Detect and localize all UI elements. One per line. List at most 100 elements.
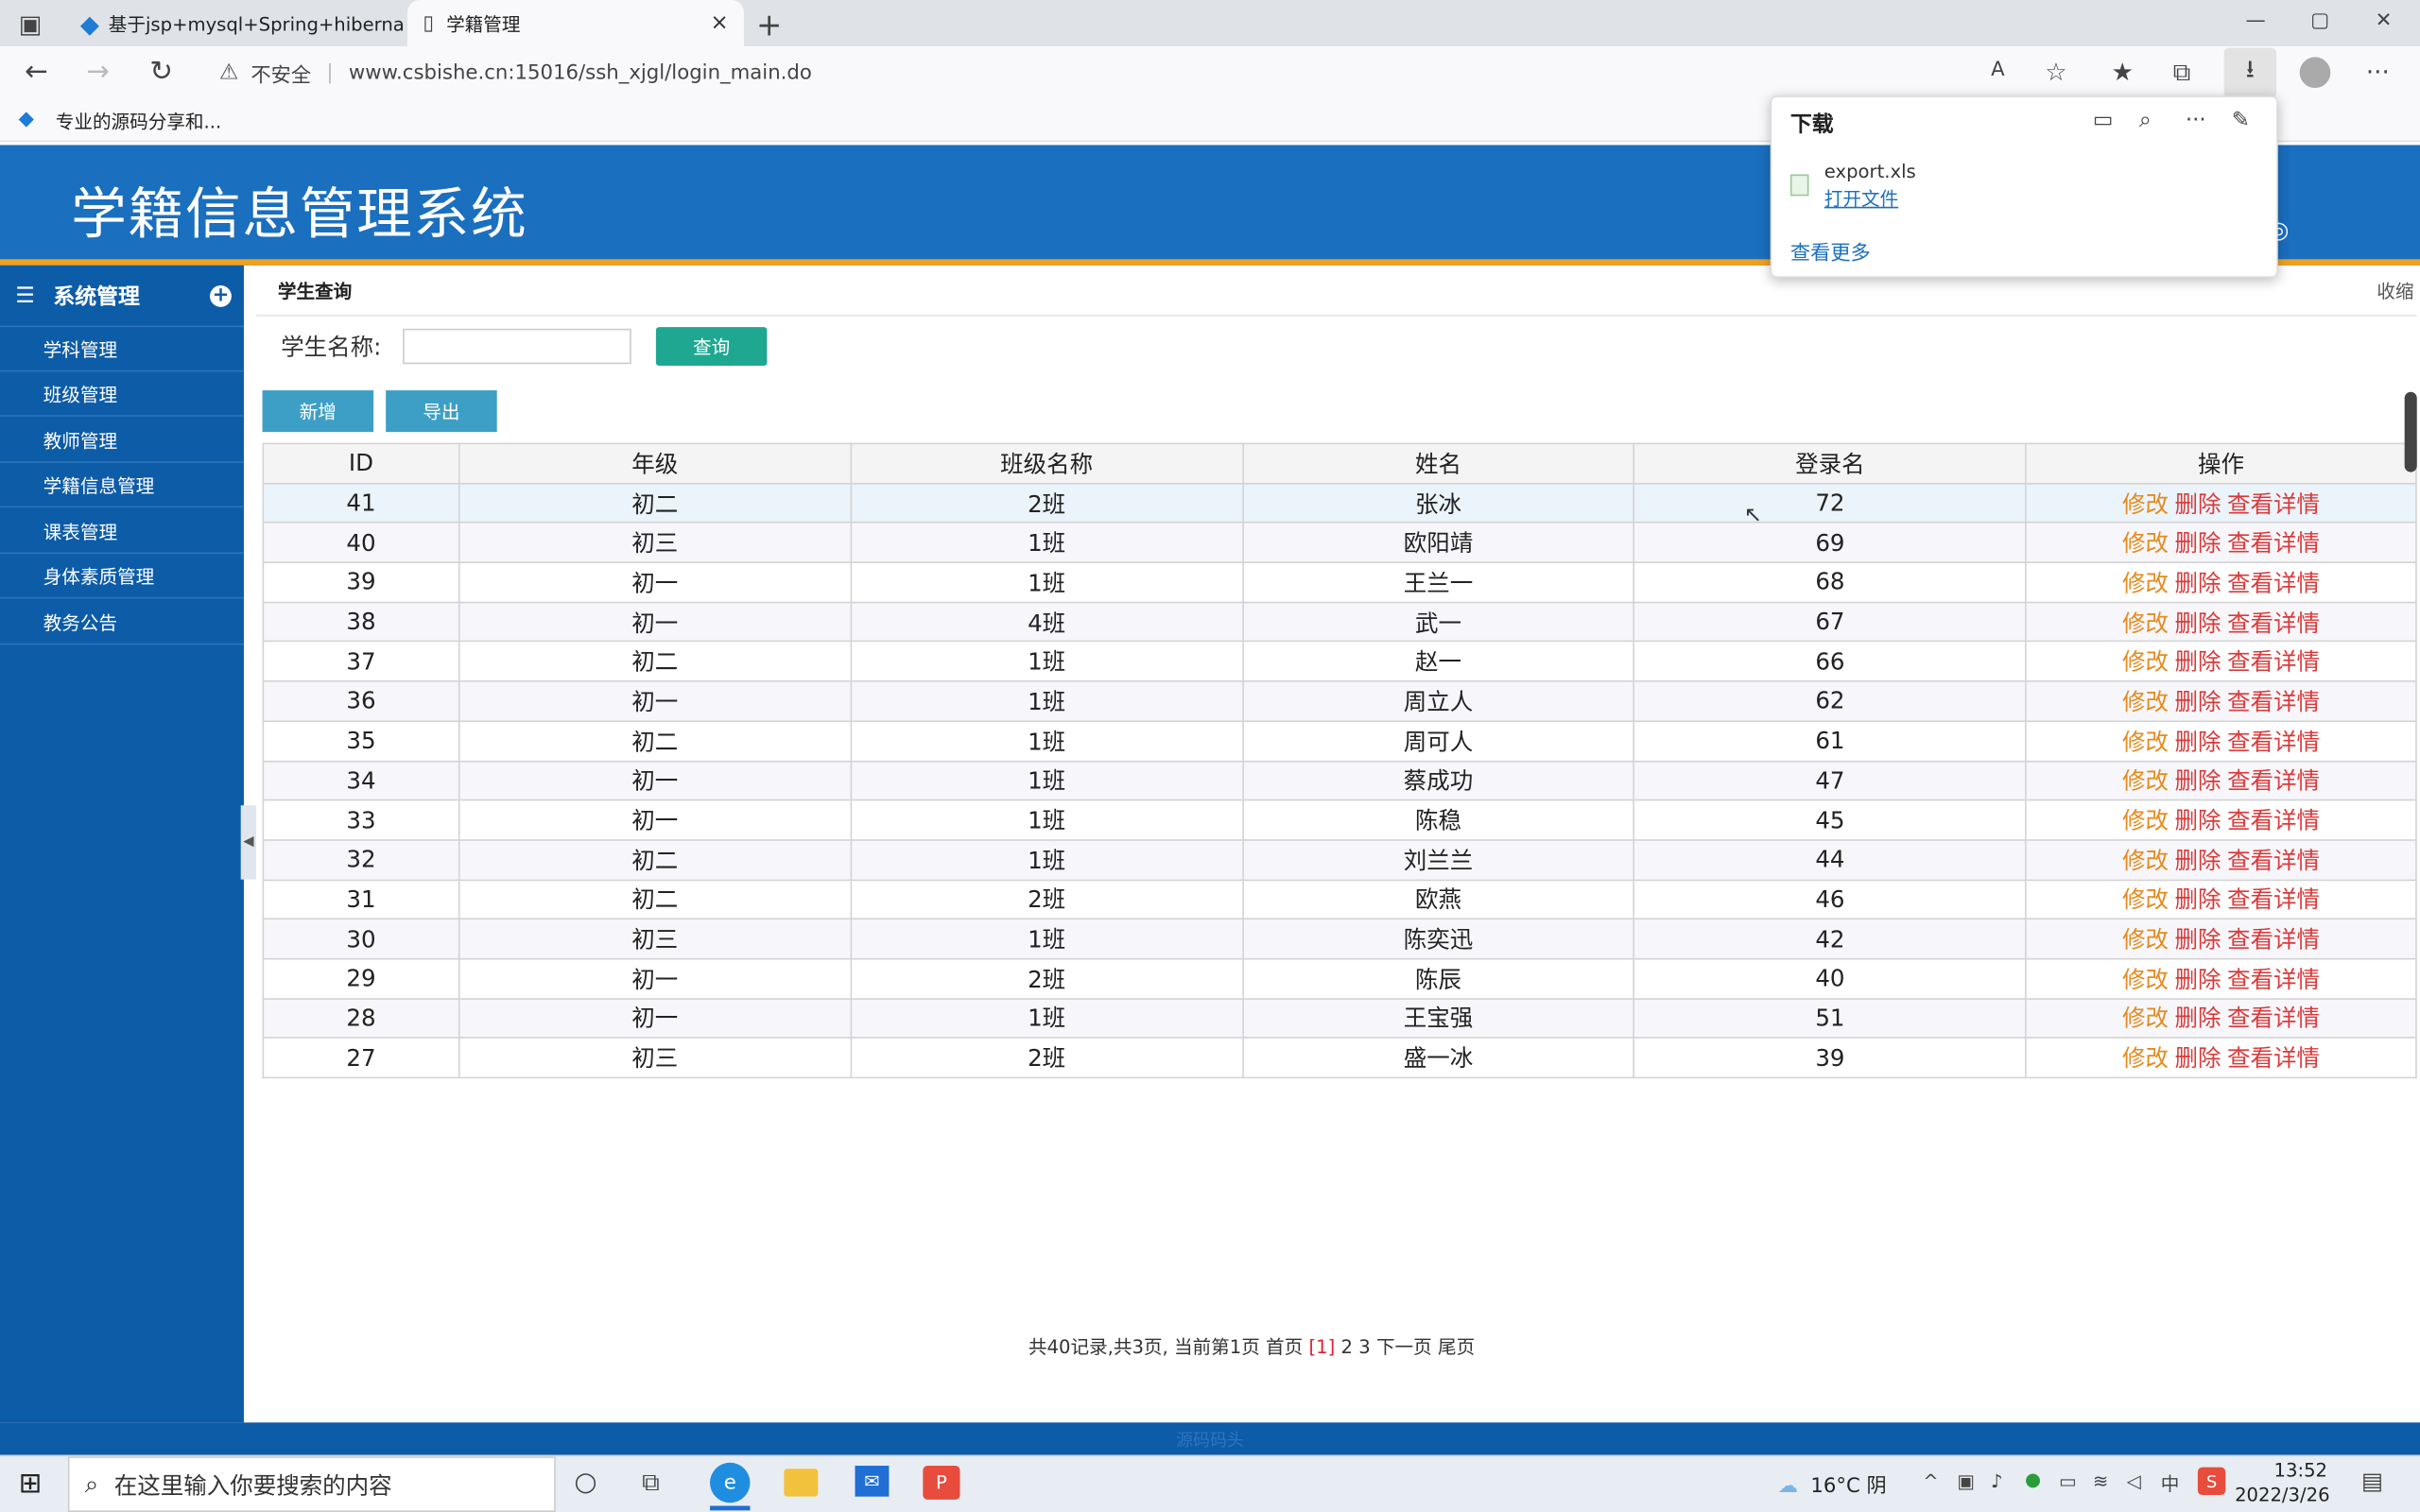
bell-icon[interactable]: ♪ xyxy=(1991,1470,2003,1492)
powerpoint-icon[interactable]: P xyxy=(923,1466,960,1500)
view-details-link[interactable]: 查看详情 xyxy=(2227,847,2320,874)
sidebar-item-teacher[interactable]: 教师管理 xyxy=(0,418,244,463)
delete-link[interactable]: 删除 xyxy=(2175,1045,2221,1073)
minimize-button[interactable]: — xyxy=(2246,9,2266,32)
wifi-icon[interactable]: ≋ xyxy=(2093,1470,2108,1492)
refresh-icon[interactable]: ↻ xyxy=(149,56,173,88)
volume-icon[interactable]: ◁ xyxy=(2127,1470,2141,1492)
search-button[interactable]: 查询 xyxy=(655,327,768,366)
cortana-icon[interactable]: ○ xyxy=(574,1468,596,1499)
more-options-icon[interactable]: ··· xyxy=(2186,108,2206,132)
address-bar[interactable]: ⚠ 不安全 | www.csbishe.cn:15016/ssh_xjgl/lo… xyxy=(207,53,2090,93)
pager-next[interactable]: 下一页 xyxy=(1376,1336,1432,1358)
view-details-link[interactable]: 查看详情 xyxy=(2227,807,2320,834)
pager-last[interactable]: 尾页 xyxy=(1438,1336,1475,1358)
download-file-name[interactable]: export.xls xyxy=(1824,161,1916,182)
delete-link[interactable]: 删除 xyxy=(2175,529,2221,557)
view-details-link[interactable]: 查看详情 xyxy=(2227,966,2320,993)
delete-link[interactable]: 删除 xyxy=(2175,490,2221,517)
delete-link[interactable]: 删除 xyxy=(2175,926,2221,954)
delete-link[interactable]: 删除 xyxy=(2175,728,2221,755)
pin-icon[interactable]: ✎ xyxy=(2232,108,2250,132)
pager-page-2[interactable]: 2 xyxy=(1341,1336,1353,1358)
view-details-link[interactable]: 查看详情 xyxy=(2227,1045,2320,1073)
forward-arrow-icon[interactable]: → xyxy=(86,56,110,88)
tray-app-icon[interactable]: ▣ xyxy=(1957,1470,1975,1492)
edit-link[interactable]: 修改 xyxy=(2122,648,2169,676)
edge-browser-icon[interactable]: e xyxy=(710,1462,751,1503)
favorites-icon[interactable]: ★ xyxy=(2111,57,2133,86)
task-view-icon[interactable]: ⧉ xyxy=(642,1468,660,1499)
close-window-button[interactable]: ✕ xyxy=(2376,9,2393,32)
chevron-up-icon[interactable]: ^ xyxy=(1923,1470,1938,1492)
tab-actions-icon[interactable]: ▣ xyxy=(19,9,43,39)
favorite-link[interactable]: 专业的源码分享和... xyxy=(56,108,221,134)
edit-link[interactable]: 修改 xyxy=(2122,1045,2169,1073)
taskbar-search[interactable]: ⌕ 在这里输入你要搜索的内容 xyxy=(67,1456,556,1512)
sidebar-item-timetable[interactable]: 课表管理 xyxy=(0,509,244,555)
view-details-link[interactable]: 查看详情 xyxy=(2227,529,2320,557)
delete-link[interactable]: 删除 xyxy=(2175,648,2221,676)
profile-avatar[interactable] xyxy=(2299,57,2331,89)
notification-icon[interactable]: ▤ xyxy=(2361,1468,2383,1495)
ime-icon[interactable]: 中 xyxy=(2161,1470,2180,1497)
delete-link[interactable]: 删除 xyxy=(2175,847,2221,874)
sidebar-heading[interactable]: ☰ 系统管理 + xyxy=(0,266,244,328)
weather-widget[interactable]: ☁ 16°C 阴 xyxy=(1778,1469,1887,1498)
more-menu-icon[interactable]: ··· xyxy=(2366,57,2390,86)
tab-jsp-project[interactable]: ◆ 基于jsp+mysql+Spring+hibernat × xyxy=(64,0,405,46)
edit-link[interactable]: 修改 xyxy=(2122,1005,2169,1033)
view-details-link[interactable]: 查看详情 xyxy=(2227,728,2320,755)
see-more-link[interactable]: 查看更多 xyxy=(1790,236,1871,265)
delete-link[interactable]: 删除 xyxy=(2175,569,2221,596)
view-details-link[interactable]: 查看详情 xyxy=(2227,648,2320,676)
sidebar-collapse-handle[interactable]: ◀ xyxy=(240,805,257,880)
sidebar-item-student-records[interactable]: 学籍信息管理 xyxy=(0,463,244,508)
sidebar-item-fitness[interactable]: 身体素质管理 xyxy=(0,554,244,599)
windows-start-icon[interactable]: ⊞ xyxy=(19,1468,43,1500)
view-details-link[interactable]: 查看详情 xyxy=(2227,688,2320,715)
app-tray-icon[interactable]: S xyxy=(2197,1467,2226,1496)
tab-student-management[interactable]: ▯ 学籍管理 × xyxy=(407,0,744,46)
delete-link[interactable]: 删除 xyxy=(2175,966,2221,993)
view-details-link[interactable]: 查看详情 xyxy=(2227,609,2320,636)
edit-link[interactable]: 修改 xyxy=(2122,926,2169,954)
mail-icon[interactable]: ✉ xyxy=(855,1466,890,1497)
edit-link[interactable]: 修改 xyxy=(2122,569,2169,596)
pager-first[interactable]: 首页 xyxy=(1266,1336,1303,1358)
edit-link[interactable]: 修改 xyxy=(2122,807,2169,834)
edit-link[interactable]: 修改 xyxy=(2122,688,2169,715)
scrollbar-thumb[interactable] xyxy=(2404,391,2417,472)
view-details-link[interactable]: 查看详情 xyxy=(2227,767,2320,795)
delete-link[interactable]: 删除 xyxy=(2175,807,2221,834)
file-explorer-icon[interactable] xyxy=(784,1469,819,1497)
pager-page-3[interactable]: 3 xyxy=(1358,1336,1370,1358)
delete-link[interactable]: 删除 xyxy=(2175,886,2221,914)
edit-link[interactable]: 修改 xyxy=(2122,490,2169,517)
folder-icon[interactable]: ▭ xyxy=(2093,108,2114,132)
clock[interactable]: 13:52 2022/3/26 xyxy=(2235,1458,2329,1507)
add-icon[interactable]: + xyxy=(210,284,232,307)
new-tab-button[interactable]: + xyxy=(756,7,782,43)
edit-link[interactable]: 修改 xyxy=(2122,966,2169,993)
read-aloud-icon[interactable]: A xyxy=(1991,59,2005,81)
downloads-icon[interactable]: ⭳ xyxy=(2223,47,2277,97)
view-details-link[interactable]: 查看详情 xyxy=(2227,926,2320,954)
delete-link[interactable]: 删除 xyxy=(2175,688,2221,715)
view-details-link[interactable]: 查看详情 xyxy=(2227,569,2320,596)
edit-link[interactable]: 修改 xyxy=(2122,847,2169,874)
edit-link[interactable]: 修改 xyxy=(2122,886,2169,914)
edit-link[interactable]: 修改 xyxy=(2122,609,2169,636)
back-arrow-icon[interactable]: ← xyxy=(25,56,48,88)
wechat-icon[interactable]: ● xyxy=(2025,1469,2041,1490)
edit-link[interactable]: 修改 xyxy=(2122,728,2169,755)
maximize-button[interactable]: ▢ xyxy=(2310,9,2329,32)
sidebar-item-announcement[interactable]: 教务公告 xyxy=(0,600,244,645)
delete-link[interactable]: 删除 xyxy=(2175,1005,2221,1033)
view-details-link[interactable]: 查看详情 xyxy=(2227,1005,2320,1033)
collections-icon[interactable]: ⧉ xyxy=(2173,57,2191,88)
battery-icon[interactable]: ▭ xyxy=(2059,1470,2077,1492)
search-icon[interactable]: ⌕ xyxy=(2139,108,2152,132)
add-button[interactable]: 新增 xyxy=(262,390,374,433)
open-file-link[interactable]: 打开文件 xyxy=(1824,185,1898,212)
